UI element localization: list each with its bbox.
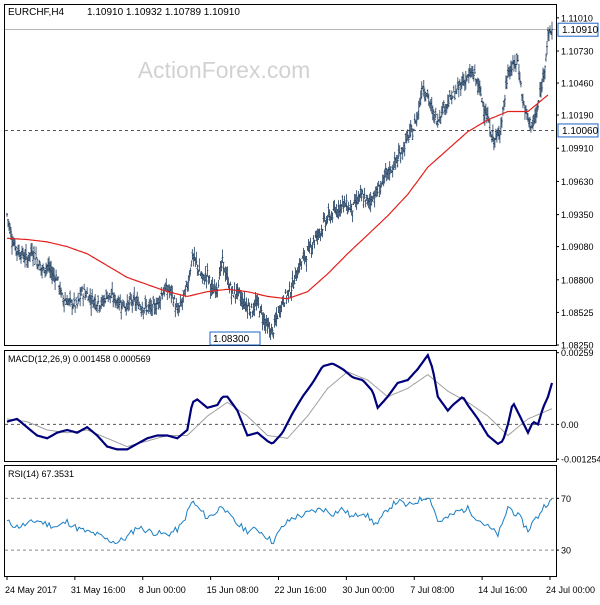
x-tick-label: 15 Jun 08:00: [207, 585, 259, 595]
rsi-line: [6, 495, 553, 545]
price-tick-label: 1.11010: [561, 13, 593, 23]
price-bar: [284, 289, 287, 295]
price-bar: [232, 294, 235, 298]
x-tick-label: 24 May 2017: [5, 585, 57, 595]
x-tick-label: 30 Jun 00:00: [342, 585, 394, 595]
price-bar: [75, 296, 78, 304]
current-price-tag: 1.10910: [557, 22, 599, 37]
macd-tick-label: 0.00: [561, 420, 579, 430]
price-bar: [288, 281, 291, 292]
forex-chart: ActionForex.com 1.11010 1.10730 1.10460 1.1…: [0, 0, 600, 600]
low-annotation-label: 1.08300: [213, 334, 250, 345]
chart-canvas: ActionForex.com 1.11010 1.10730 1.10460 1.1…: [4, 4, 600, 595]
moving-average-line: [6, 94, 549, 300]
x-tick-label: 22 Jun 16:00: [275, 585, 327, 595]
macd-layer: [5, 352, 556, 451]
current-price-label: 1.10910: [562, 25, 599, 36]
price-tick-label: 1.09630: [561, 177, 594, 187]
ohlc-values: 1.10910 1.10932 1.10789 1.10910: [87, 7, 240, 18]
price-bar: [74, 304, 77, 313]
price-tick-label: 1.09910: [561, 144, 594, 154]
price-bar: [83, 283, 86, 291]
macd-tick-label: 0.00259: [561, 348, 594, 358]
level-price-tag: 1.10060: [557, 123, 599, 138]
price-panel-frame: [4, 4, 557, 346]
price-bar: [233, 282, 236, 295]
price-bar: [198, 258, 201, 272]
low-annotation: 1.08300: [209, 331, 261, 346]
price-bar: [285, 295, 288, 305]
price-bar: [35, 246, 38, 259]
price-tick-label: 1.09350: [561, 210, 594, 220]
x-tick-label: 8 Jun 00:00: [139, 585, 186, 595]
price-tick-label: 1.08800: [561, 275, 594, 285]
price-bar: [250, 303, 253, 309]
rsi-layer: [5, 495, 556, 551]
level-price-label: 1.10060: [562, 126, 599, 137]
price-bar: [545, 40, 548, 55]
price-bar: [217, 279, 220, 288]
price-bar: [452, 85, 455, 93]
price-bar: [6, 213, 8, 217]
rsi-indicator-label: RSI(14) 67.3531: [8, 469, 74, 479]
watermark-text: ActionForex.com: [138, 57, 311, 83]
price-bar: [190, 260, 193, 267]
price-bar: [206, 263, 209, 277]
price-tick-label: 1.10460: [561, 79, 594, 89]
x-tick-label: 24 Jul 00:00: [546, 585, 595, 595]
macd-indicator-label: MACD(12,26,9) 0.001458 0.000569: [8, 354, 151, 364]
x-tick-label: 31 May 16:00: [71, 585, 126, 595]
price-tick-label: 1.10730: [561, 47, 594, 57]
rsi-panel-frame: [4, 465, 557, 577]
price-tick-label: 1.08525: [561, 308, 594, 318]
macd-main-line: [6, 352, 554, 451]
price-tick-label: 1.10190: [561, 111, 594, 121]
x-tick-label: 14 Jul 16:00: [478, 585, 527, 595]
price-bar: [82, 293, 85, 307]
price-tick-label: 1.09080: [561, 242, 594, 252]
symbol-label: EURCHF,H4: [8, 7, 65, 18]
rsi-tick-label: 30: [561, 546, 571, 556]
rsi-tick-label: 70: [561, 494, 571, 504]
moving-average-layer: [6, 94, 549, 300]
x-tick-label: 7 Jul 08:00: [410, 585, 454, 595]
macd-tick-label: -0.001254: [561, 455, 600, 465]
